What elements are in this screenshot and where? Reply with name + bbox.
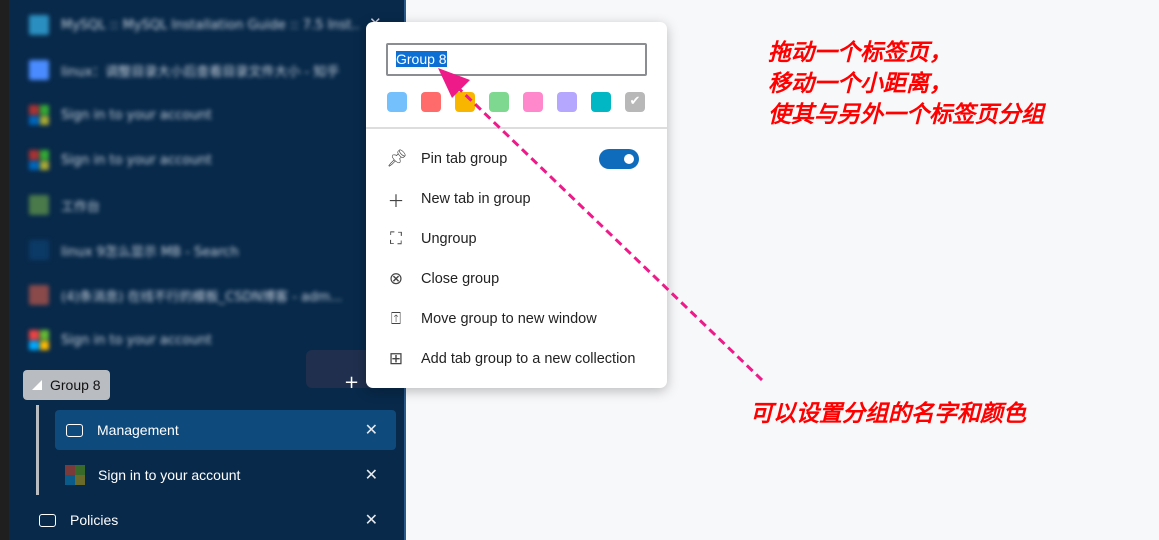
annotation-bottom: 可以设置分组的名字和颜色 bbox=[750, 400, 1026, 427]
annotation-line: 使其与另外一个标签页分组 bbox=[768, 101, 1044, 128]
annotation-line: 拖动一个标签页， bbox=[768, 39, 952, 66]
annotation-line: 移动一个小距离， bbox=[768, 70, 952, 97]
annotation-top: 拖动一个标签页， 移动一个小距离， 使其与另外一个标签页分组 bbox=[768, 37, 1044, 130]
